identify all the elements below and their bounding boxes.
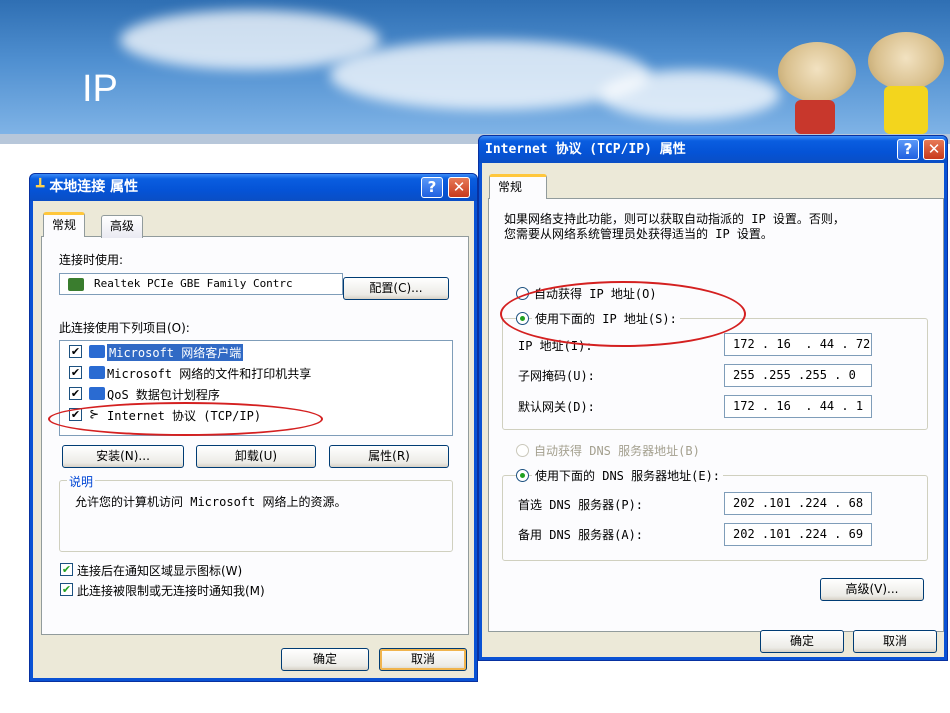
auto-dns-label: 自动获得 DNS 服务器地址(B) xyxy=(534,444,700,458)
annotation-ellipse xyxy=(48,402,323,436)
show-icon-label: 连接后在通知区域显示图标(W) xyxy=(77,564,243,578)
slide-title: IP xyxy=(82,68,118,110)
person-image xyxy=(884,86,928,134)
alternate-dns-label: 备用 DNS 服务器(A): xyxy=(518,528,644,542)
checkbox[interactable]: ✔ xyxy=(69,366,82,379)
checkbox[interactable]: ✔ xyxy=(69,387,82,400)
title-bar[interactable]: Internet 协议 (TCP/IP) 属性 xyxy=(479,136,947,163)
tab-general[interactable]: 常规 xyxy=(43,212,86,237)
connect-using-label: 连接时使用: xyxy=(59,253,124,267)
description-text: 允许您的计算机访问 Microsoft 网络上的资源。 xyxy=(75,495,347,509)
cancel-button[interactable]: 取消 xyxy=(379,648,467,671)
cancel-button[interactable]: 取消 xyxy=(853,630,937,653)
notify-label: 此连接被限制或无连接时通知我(M) xyxy=(77,584,265,598)
checkbox[interactable]: ✔ xyxy=(69,345,82,358)
person-image xyxy=(795,100,835,134)
intro-text-line2: 您需要从网络系统管理员处获得适当的 IP 设置。 xyxy=(504,227,773,241)
alternate-dns-input[interactable]: 202 .101 .224 . 69 xyxy=(724,523,872,546)
close-button[interactable]: ✕ xyxy=(923,139,945,160)
uninstall-button[interactable]: 卸载(U) xyxy=(196,445,316,468)
file-printer-sharing-icon xyxy=(89,366,105,379)
subnet-mask-input[interactable]: 255 .255 .255 . 0 xyxy=(724,364,872,387)
ok-button[interactable]: 确定 xyxy=(281,648,369,671)
show-icon-checkbox[interactable]: ✔ xyxy=(60,563,73,576)
dns-group xyxy=(502,475,928,561)
properties-button[interactable]: 属性(R) xyxy=(329,445,449,468)
title-bar[interactable]: ┻ 本地连接 属性 xyxy=(30,174,477,201)
window-title: 本地连接 属性 xyxy=(49,179,139,195)
items-label: 此连接使用下列项目(O): xyxy=(59,321,190,335)
list-item-label: Microsoft 网络客户端 xyxy=(107,344,244,361)
advanced-button[interactable]: 高级(V)... xyxy=(820,578,924,601)
notify-checkbox[interactable]: ✔ xyxy=(60,583,73,596)
help-button[interactable]: ? xyxy=(897,139,919,160)
manual-dns-label: 使用下面的 DNS 服务器地址(E): xyxy=(532,467,724,484)
auto-dns-radio[interactable] xyxy=(516,444,529,457)
network-icon: ┻ xyxy=(36,179,45,195)
slide-banner: IP xyxy=(0,0,950,134)
local-connection-properties-window: ┻ 本地连接 属性 ? ✕ 常规 高级 连接时使用: Realtek PCIe … xyxy=(29,173,478,682)
description-group-title: 说明 xyxy=(67,473,96,490)
sun-hat-image xyxy=(868,32,944,90)
ip-address-input[interactable]: 172 . 16 . 44 . 72 xyxy=(724,333,872,356)
gateway-label: 默认网关(D): xyxy=(518,400,595,414)
manual-dns-radio[interactable] xyxy=(516,469,529,482)
adapter-field: Realtek PCIe GBE Family Contrc xyxy=(59,273,343,295)
preferred-dns-input[interactable]: 202 .101 .224 . 68 xyxy=(724,492,872,515)
description-group xyxy=(59,480,453,552)
help-button[interactable]: ? xyxy=(421,177,443,198)
preferred-dns-label: 首选 DNS 服务器(P): xyxy=(518,498,644,512)
client-icon xyxy=(89,345,105,358)
qos-icon xyxy=(89,387,105,400)
install-button[interactable]: 安装(N)... xyxy=(62,445,184,468)
network-card-icon xyxy=(68,278,84,291)
dialog-client: 常规 如果网络支持此功能，则可以获取自动指派的 IP 设置。否则， 您需要从网络… xyxy=(482,163,944,657)
sun-hat-image xyxy=(778,42,856,102)
annotation-ellipse xyxy=(500,281,746,347)
tcpip-properties-window: Internet 协议 (TCP/IP) 属性 ? ✕ 常规 如果网络支持此功能… xyxy=(478,135,948,661)
dialog-client: 常规 高级 连接时使用: Realtek PCIe GBE Family Con… xyxy=(33,201,474,678)
list-item-label: QoS 数据包计划程序 xyxy=(107,388,220,402)
ok-button[interactable]: 确定 xyxy=(760,630,844,653)
adapter-name: Realtek PCIe GBE Family Contrc xyxy=(94,277,293,290)
list-item-label: Microsoft 网络的文件和打印机共享 xyxy=(107,367,312,381)
tab-advanced[interactable]: 高级 xyxy=(101,215,144,238)
close-button[interactable]: ✕ xyxy=(448,177,470,198)
window-title: Internet 协议 (TCP/IP) 属性 xyxy=(485,142,686,157)
tab-general[interactable]: 常规 xyxy=(489,174,547,199)
configure-button[interactable]: 配置(C)... xyxy=(343,277,449,300)
cloud-decoration xyxy=(600,70,780,120)
subnet-mask-label: 子网掩码(U): xyxy=(518,369,595,383)
gateway-input[interactable]: 172 . 16 . 44 . 1 xyxy=(724,395,872,418)
